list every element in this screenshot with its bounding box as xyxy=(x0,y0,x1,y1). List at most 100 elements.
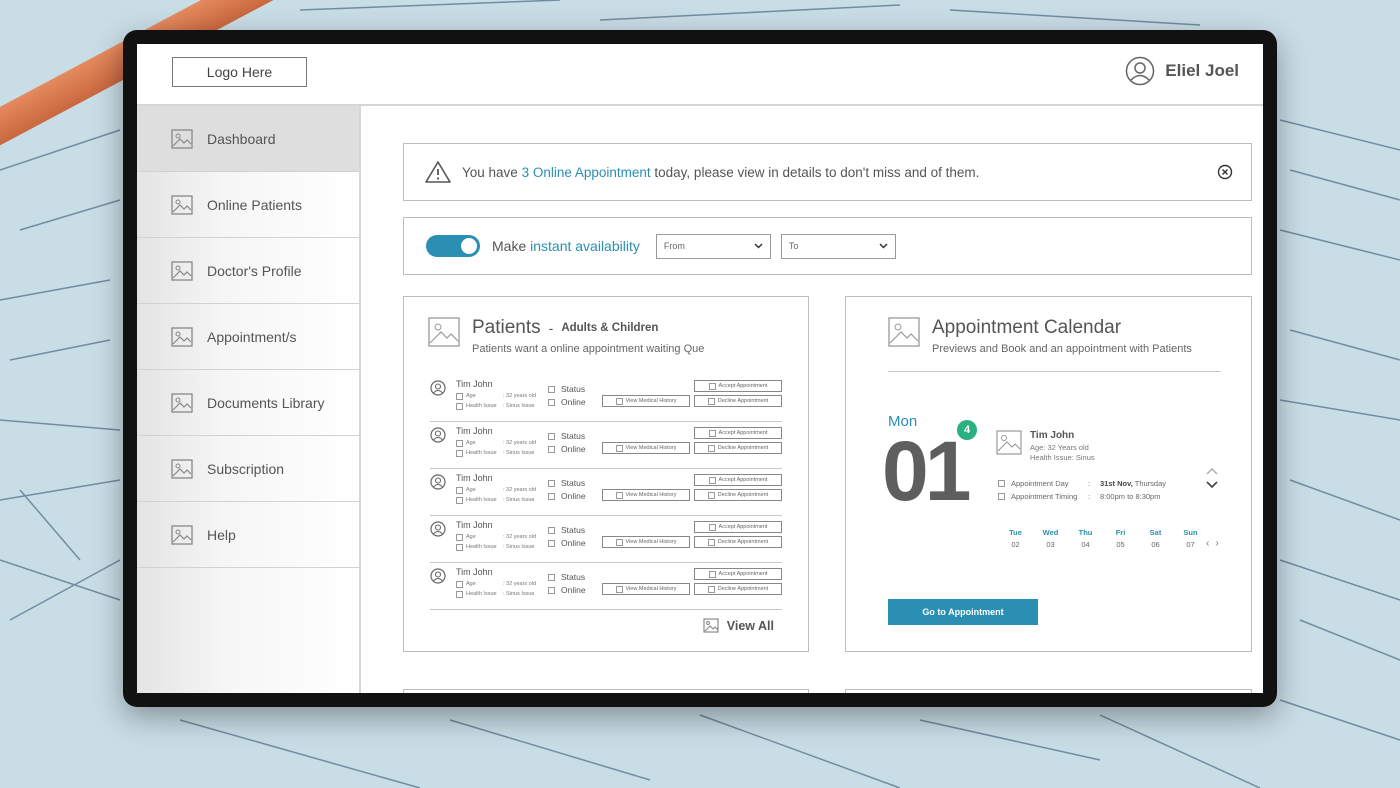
user-menu[interactable]: Eliel Joel xyxy=(1125,56,1239,86)
image-placeholder-icon xyxy=(708,382,716,390)
image-placeholder-icon xyxy=(171,326,193,347)
logo-placeholder[interactable]: Logo Here xyxy=(172,57,307,87)
alert-text-prefix: You have xyxy=(462,164,522,180)
appointment-timing-label-wrap: Appointment Timing xyxy=(998,490,1088,503)
week-day[interactable]: Wed 03 xyxy=(1033,528,1068,549)
accept-appointment-button[interactable]: Accept Appointment xyxy=(694,568,782,580)
colon: : xyxy=(1088,479,1091,488)
accept-appointment-button[interactable]: Accept Appointment xyxy=(694,380,782,392)
go-to-appointment-button[interactable]: Go to Appointment xyxy=(888,599,1038,625)
image-placeholder-icon xyxy=(456,392,463,400)
patient-name: Tim John xyxy=(456,426,493,436)
sidebar-item-label: Doctor's Profile xyxy=(207,262,302,279)
patient-issue-label: Health Issue xyxy=(466,450,497,456)
decline-appointment-button[interactable]: Decline Appointment xyxy=(694,489,782,501)
week-day[interactable]: Thu 04 xyxy=(1068,528,1103,549)
list-item: Tim John Age: 32 years old Health Issue:… xyxy=(430,375,782,422)
sidebar-item-subscription[interactable]: Subscription xyxy=(137,436,359,502)
alert-text: You have 3 Online Appointment today, ple… xyxy=(462,165,979,180)
image-placeholder-icon xyxy=(615,585,623,593)
main-content: You have 3 Online Appointment today, ple… xyxy=(363,106,1263,693)
image-placeholder-icon xyxy=(548,587,555,594)
view-medical-history-button[interactable]: View Medical History xyxy=(602,489,690,501)
user-avatar-icon xyxy=(1126,56,1155,86)
accept-appointment-button[interactable]: Accept Appointment xyxy=(694,474,782,486)
sidebar-item-dashboard[interactable]: Dashboard xyxy=(137,106,359,172)
calendar-title: Appointment Calendar xyxy=(932,317,1122,338)
accept-appointment-label: Accept Appointment xyxy=(718,524,768,530)
sidebar-item-label: Documents Library xyxy=(207,394,325,411)
appointment-date-bold: 31st Nov, xyxy=(1100,479,1133,488)
image-placeholder-icon xyxy=(456,590,463,598)
patients-subtitle: Patients want a online appointment waiti… xyxy=(472,343,705,355)
selected-date: 01 xyxy=(882,424,971,518)
image-placeholder-icon xyxy=(456,439,463,447)
sidebar-item-appointments[interactable]: Appointment/s xyxy=(137,304,359,370)
list-item: Tim John Age: 32 years old Health Issue:… xyxy=(430,516,782,563)
image-placeholder-icon xyxy=(456,486,463,494)
from-select[interactable]: From xyxy=(655,233,771,259)
image-placeholder-icon xyxy=(548,480,555,487)
patient-age-label: Age xyxy=(466,534,476,540)
to-select[interactable]: To xyxy=(780,233,896,259)
patients-title-separator: - xyxy=(548,320,554,336)
instant-availability-toggle[interactable] xyxy=(426,235,480,257)
week-day[interactable]: Tue 02 xyxy=(998,528,1033,549)
week-day[interactable]: Fri 05 xyxy=(1103,528,1138,549)
calendar-patient-name: Tim John xyxy=(1030,430,1075,441)
sidebar-item-documents-library[interactable]: Documents Library xyxy=(137,370,359,436)
appointment-timing-value: 8:00pm to 8:30pm xyxy=(1100,492,1161,501)
from-select-value: From xyxy=(663,241,685,251)
patient-age-value: : 32 years old xyxy=(503,393,537,399)
patient-status-value: Online xyxy=(561,397,586,407)
decline-appointment-button[interactable]: Decline Appointment xyxy=(694,536,782,548)
sidebar-item-help[interactable]: Help xyxy=(137,502,359,568)
accept-appointment-label: Accept Appointment xyxy=(718,430,768,436)
chevron-right-icon[interactable]: › xyxy=(1215,538,1224,549)
view-medical-history-button[interactable]: View Medical History xyxy=(602,395,690,407)
accept-appointment-button[interactable]: Accept Appointment xyxy=(694,521,782,533)
image-placeholder-icon xyxy=(456,449,463,457)
patients-card: Patients - Adults & Children Patients wa… xyxy=(403,296,809,652)
week-day[interactable]: Sat 06 xyxy=(1138,528,1173,549)
alert-text-suffix: today, please view in details to don't m… xyxy=(650,164,980,180)
list-item: Tim John Age: 32 years old Health Issue:… xyxy=(430,563,782,610)
appointment-weekday: Thursday xyxy=(1132,479,1167,488)
week-day-name: Wed xyxy=(1042,528,1059,537)
sidebar-item-label: Online Patients xyxy=(207,196,302,213)
accept-appointment-button[interactable]: Accept Appointment xyxy=(694,427,782,439)
bottom-card-right xyxy=(845,689,1252,693)
week-day[interactable]: Sun 07 xyxy=(1173,528,1208,549)
alert-appointment-link[interactable]: 3 Online Appointment xyxy=(522,165,651,180)
image-placeholder-icon xyxy=(548,574,555,581)
chevron-left-icon[interactable]: ‹ xyxy=(1206,538,1215,549)
patients-tag: Adults & Children xyxy=(561,322,659,334)
patient-age-value: : 32 years old xyxy=(503,487,537,493)
view-all-link[interactable]: View All xyxy=(703,618,774,633)
sidebar-item-doctors-profile[interactable]: Doctor's Profile xyxy=(137,238,359,304)
appointment-timing-row: Appointment Timing : 8:00pm to 8:30pm xyxy=(998,490,1166,503)
user-avatar-icon xyxy=(430,521,446,537)
week-day-number: 03 xyxy=(1046,540,1055,549)
availability-label-link: instant availability xyxy=(530,238,640,254)
week-day-number: 04 xyxy=(1081,540,1090,549)
chevron-down-icon[interactable] xyxy=(1206,481,1218,489)
decline-appointment-button[interactable]: Decline Appointment xyxy=(694,442,782,454)
view-medical-history-button[interactable]: View Medical History xyxy=(602,442,690,454)
patient-issue-label: Health Issue xyxy=(466,544,497,550)
week-nav: ‹› xyxy=(1206,538,1225,549)
decline-appointment-button[interactable]: Decline Appointment xyxy=(694,395,782,407)
appointment-scroller xyxy=(1206,467,1218,489)
image-placeholder-icon xyxy=(171,194,193,215)
decline-appointment-button[interactable]: Decline Appointment xyxy=(694,583,782,595)
view-medical-history-button[interactable]: View Medical History xyxy=(602,536,690,548)
sidebar: Dashboard Online Patients Doctor's Profi… xyxy=(137,106,361,693)
sidebar-item-online-patients[interactable]: Online Patients xyxy=(137,172,359,238)
week-day-name: Sat xyxy=(1149,528,1162,537)
view-medical-history-button[interactable]: View Medical History xyxy=(602,583,690,595)
patient-age-label: Age xyxy=(466,487,476,493)
close-icon[interactable] xyxy=(1217,164,1233,180)
calendar-subtitle: Previews and Book and an appointment wit… xyxy=(932,343,1192,355)
chevron-up-icon[interactable] xyxy=(1206,467,1218,475)
patient-status-value: Online xyxy=(561,585,586,595)
